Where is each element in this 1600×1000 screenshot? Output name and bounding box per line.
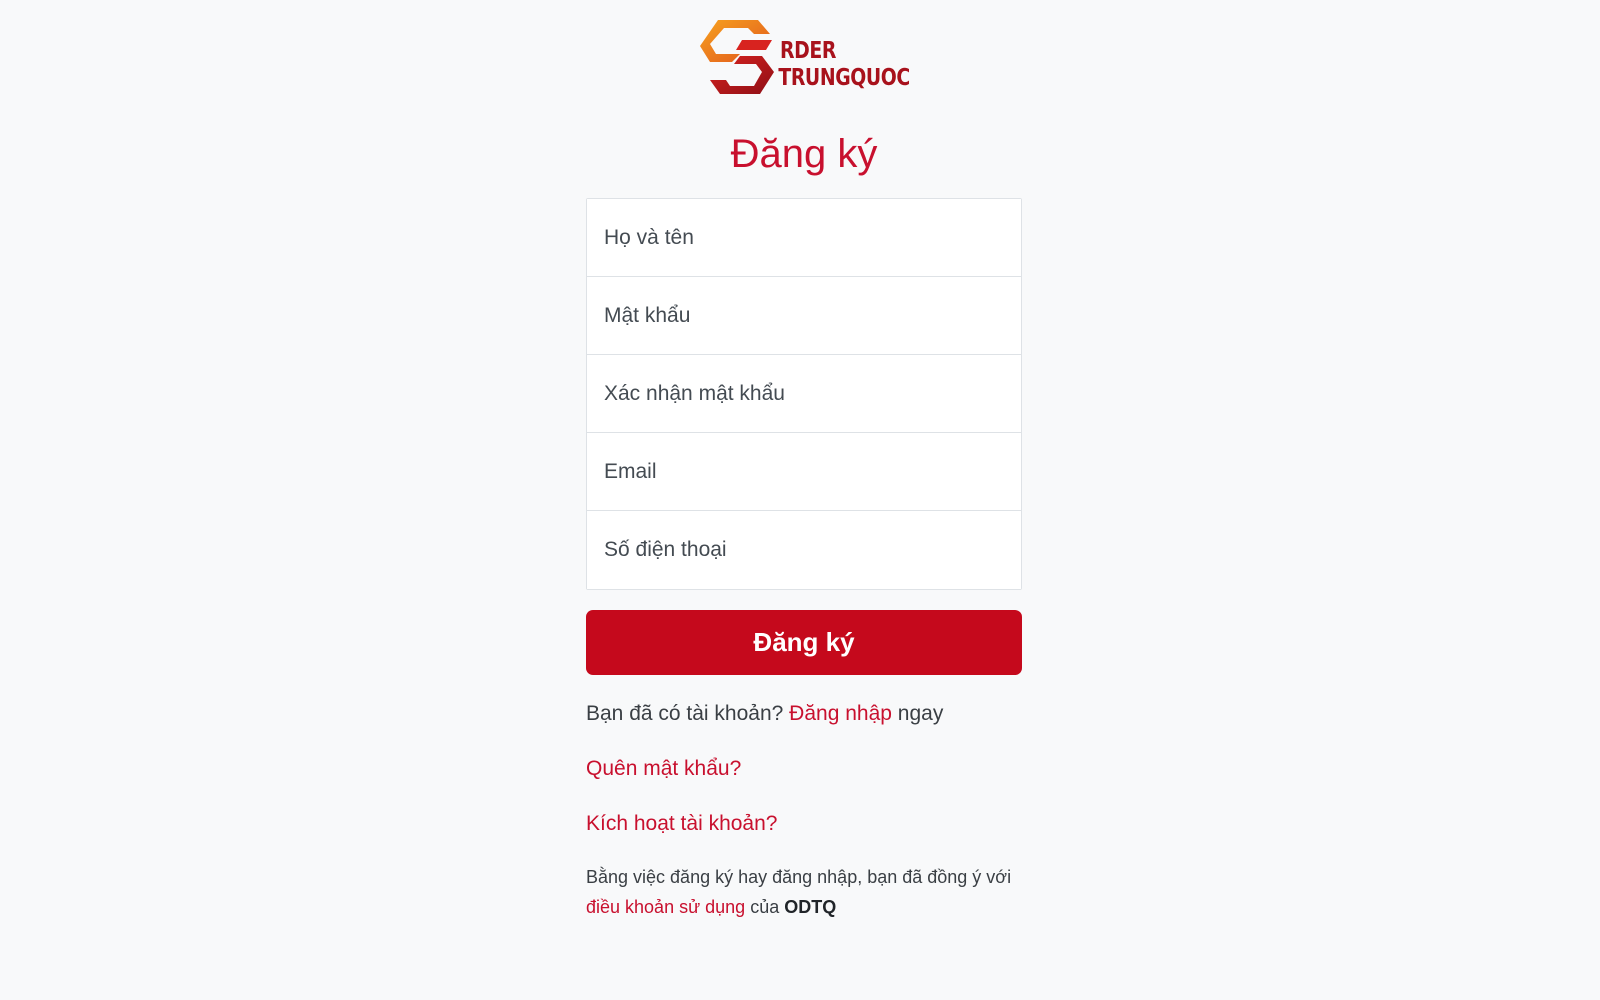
- login-prompt-text: Bạn đã có tài khoản?: [586, 702, 784, 725]
- confirm-password-input[interactable]: [587, 355, 1021, 433]
- terms-link[interactable]: điều khoản sử dụng: [586, 897, 745, 917]
- fullname-input[interactable]: [587, 199, 1021, 277]
- logo-text-line1: RDER: [780, 38, 836, 64]
- logo-mark-icon: [700, 20, 774, 94]
- brand-logo[interactable]: RDER TRUNGQUOC: [696, 16, 916, 100]
- logo-text-line2: TRUNGQUOC: [778, 65, 910, 91]
- register-form: [586, 198, 1022, 590]
- register-button[interactable]: Đăng ký: [586, 610, 1022, 675]
- login-link[interactable]: Đăng nhập: [789, 702, 892, 725]
- terms-middle-text: của: [750, 897, 780, 917]
- password-input[interactable]: [587, 277, 1021, 355]
- page-title: Đăng ký: [730, 132, 878, 176]
- login-prompt: Bạn đã có tài khoản? Đăng nhập ngay: [586, 700, 943, 728]
- brand-name: ODTQ: [784, 897, 837, 917]
- logo-wordmark: RDER TRUNGQUOC: [778, 38, 910, 92]
- login-prompt-suffix: ngay: [897, 702, 944, 725]
- forgot-password-link[interactable]: Quên mật khẩu?: [586, 755, 741, 783]
- terms-text: Bằng việc đăng ký hay đăng nhập, bạn đã …: [586, 867, 1012, 887]
- activate-account-link[interactable]: Kích hoạt tài khoản?: [586, 810, 777, 838]
- phone-input[interactable]: [587, 511, 1021, 589]
- email-input[interactable]: [587, 433, 1021, 511]
- terms-notice: Bằng việc đăng ký hay đăng nhập, bạn đã …: [586, 862, 1022, 922]
